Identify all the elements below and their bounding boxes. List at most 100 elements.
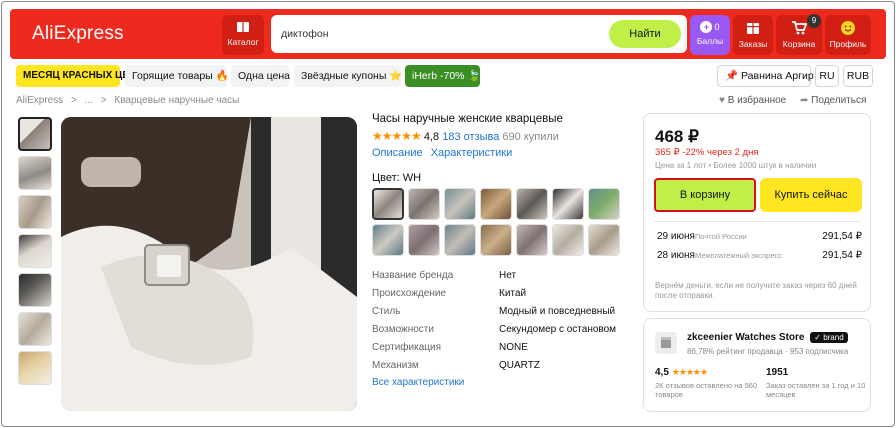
shipping-option[interactable]: 29 июня Почтой России 291,54 ₽ bbox=[657, 231, 862, 242]
pin-icon: 📌 bbox=[725, 70, 739, 82]
color-swatch[interactable] bbox=[516, 188, 548, 220]
breadcrumb-current[interactable]: Кварцевые наручные часы bbox=[114, 95, 239, 106]
top-header: AliExpress Каталог Найти + 0 Баллы bbox=[10, 9, 886, 59]
store-card[interactable]: zkceenier Watches Store ✓ brand 86,78% р… bbox=[643, 318, 871, 412]
breadcrumb-ellipsis[interactable]: ... bbox=[85, 95, 93, 106]
thumbnail[interactable] bbox=[18, 156, 52, 190]
location-label: Равнина Аргир bbox=[741, 70, 814, 82]
share-button[interactable]: ➦ Поделиться bbox=[800, 95, 866, 106]
thumbnail[interactable] bbox=[18, 312, 52, 346]
spec-value: NONE bbox=[499, 341, 528, 353]
color-swatch[interactable] bbox=[372, 188, 404, 220]
store-rating-note: 2К отзывов оставлено на 560 товаров bbox=[655, 381, 758, 399]
color-swatch[interactable] bbox=[552, 188, 584, 220]
store-rating-stars: ★★★★★ bbox=[671, 367, 708, 377]
store-logo-icon bbox=[655, 332, 677, 354]
points-value: 0 bbox=[714, 22, 720, 32]
color-swatch[interactable] bbox=[588, 224, 620, 256]
all-specs-link[interactable]: Все характеристики bbox=[372, 377, 464, 388]
favorite-label: В избранное bbox=[727, 95, 787, 106]
shipping-service: Межплатежный экспресс bbox=[695, 251, 782, 260]
spec-key: Происхождение bbox=[372, 287, 446, 299]
product-title: Часы наручные женские кварцевые bbox=[372, 113, 563, 125]
rating-row: ★★★★★ 4,8 183 отзыва 690 купили bbox=[372, 129, 559, 143]
color-swatch[interactable] bbox=[408, 224, 440, 256]
profile-button[interactable]: Профиль bbox=[825, 15, 871, 55]
orders-button[interactable]: Заказы bbox=[733, 15, 773, 55]
unit-note: Цена за 1 лот • Более 1000 штук в наличи… bbox=[655, 161, 817, 170]
points-button[interactable]: + 0 Баллы bbox=[690, 15, 730, 55]
heart-icon: ♥ bbox=[719, 95, 725, 106]
star-coupons-promo[interactable]: Звёздные купоны ⭐ bbox=[294, 65, 402, 87]
leaf-icon: 🍃 bbox=[467, 70, 481, 82]
refund-note: Вернём деньги, если не получите заказ че… bbox=[655, 281, 857, 300]
tab-specs[interactable]: Характеристики bbox=[431, 147, 513, 159]
brand-badge-label: brand bbox=[823, 333, 844, 342]
store-rating-summary: 86,78% рейтинг продавца · 953 подписчика bbox=[687, 347, 849, 356]
color-swatch[interactable] bbox=[372, 224, 404, 256]
add-to-cart-button[interactable]: В корзину bbox=[654, 178, 756, 212]
product-tabs: Описание Характеристики bbox=[372, 147, 517, 159]
search-input[interactable] bbox=[281, 15, 601, 53]
product-main-image[interactable] bbox=[61, 117, 357, 411]
search-button[interactable]: Найти bbox=[609, 20, 681, 48]
cart-icon bbox=[792, 21, 807, 35]
store-name-row: zkceenier Watches Store ✓ brand bbox=[687, 332, 848, 343]
store-name[interactable]: zkceenier Watches Store bbox=[687, 332, 804, 343]
smiley-icon bbox=[841, 21, 855, 35]
spec-value: Китай bbox=[499, 287, 527, 299]
product-photo bbox=[61, 117, 357, 411]
book-icon bbox=[237, 22, 249, 32]
sold-count: 690 купили bbox=[502, 131, 559, 143]
thumbnail[interactable] bbox=[18, 117, 52, 151]
language-selector[interactable]: RU bbox=[815, 65, 839, 87]
shipping-option[interactable]: 28 июня Межплатежный экспресс 291,54 ₽ bbox=[657, 250, 862, 261]
breadcrumb-root[interactable]: AliExpress bbox=[16, 95, 63, 106]
divider bbox=[654, 221, 861, 222]
store-orders-count: 1951 bbox=[766, 367, 789, 378]
catalog-button[interactable]: Каталог bbox=[222, 15, 264, 55]
color-swatch[interactable] bbox=[480, 224, 512, 256]
color-swatch[interactable] bbox=[444, 224, 476, 256]
profile-label: Профиль bbox=[829, 39, 867, 49]
one-price-promo[interactable]: Одна цена bbox=[231, 65, 290, 87]
spec-row: Название бренда Нет bbox=[372, 266, 616, 284]
red-prices-promo[interactable]: МЕСЯЦ КРАСНЫХ ЦЕН bbox=[16, 65, 136, 87]
spec-row: Возможности Секундомер с остановом bbox=[372, 320, 616, 338]
iherb-promo[interactable]: iHerb -70% 🍃 bbox=[405, 65, 481, 87]
buy-now-button[interactable]: Купить сейчас bbox=[760, 178, 862, 212]
thumbnail[interactable] bbox=[18, 351, 52, 385]
store-orders-note: Заказ оставлен за 1 год и 10 месяцев bbox=[766, 381, 866, 399]
thumbnail-list bbox=[18, 117, 54, 390]
hot-deals-promo[interactable]: Горящие товары 🔥 bbox=[125, 65, 229, 87]
color-swatch[interactable] bbox=[408, 188, 440, 220]
thumbnail[interactable] bbox=[18, 234, 52, 268]
spec-row: Стиль Модный и повседневный bbox=[372, 302, 616, 320]
shipping-price: 291,54 ₽ bbox=[822, 231, 862, 242]
color-swatch[interactable] bbox=[588, 188, 620, 220]
color-swatch[interactable] bbox=[516, 224, 548, 256]
discount-period: через 2 дня bbox=[707, 147, 759, 158]
color-swatch[interactable] bbox=[444, 188, 476, 220]
favorite-button[interactable]: ♥ В избранное bbox=[719, 95, 786, 106]
rating-stars: ★★★★★ bbox=[372, 129, 422, 143]
color-swatches bbox=[372, 188, 622, 256]
share-label: Поделиться bbox=[811, 95, 867, 106]
discount-row: 365 ₽ -22% через 2 дня bbox=[655, 147, 758, 158]
points-label: Баллы bbox=[696, 36, 724, 46]
tab-description[interactable]: Описание bbox=[372, 147, 423, 159]
spec-list: Название бренда Нет Происхождение Китай Ст… bbox=[372, 266, 616, 374]
thumbnail[interactable] bbox=[18, 195, 52, 229]
spec-key: Название бренда bbox=[372, 269, 454, 281]
location-selector[interactable]: 📌 Равнина Аргир bbox=[717, 65, 814, 87]
share-icon: ➦ bbox=[800, 95, 809, 106]
cart-button[interactable]: Корзина 9 bbox=[776, 14, 822, 55]
color-swatch[interactable] bbox=[552, 224, 584, 256]
shipping-date: 28 июня bbox=[657, 250, 695, 261]
reviews-link[interactable]: 183 отзыва bbox=[442, 131, 499, 143]
color-swatch[interactable] bbox=[480, 188, 512, 220]
thumbnail[interactable] bbox=[18, 273, 52, 307]
currency-selector[interactable]: RUB bbox=[843, 65, 873, 87]
box-icon bbox=[747, 23, 759, 34]
aliexpress-logo[interactable]: AliExpress bbox=[32, 23, 124, 45]
